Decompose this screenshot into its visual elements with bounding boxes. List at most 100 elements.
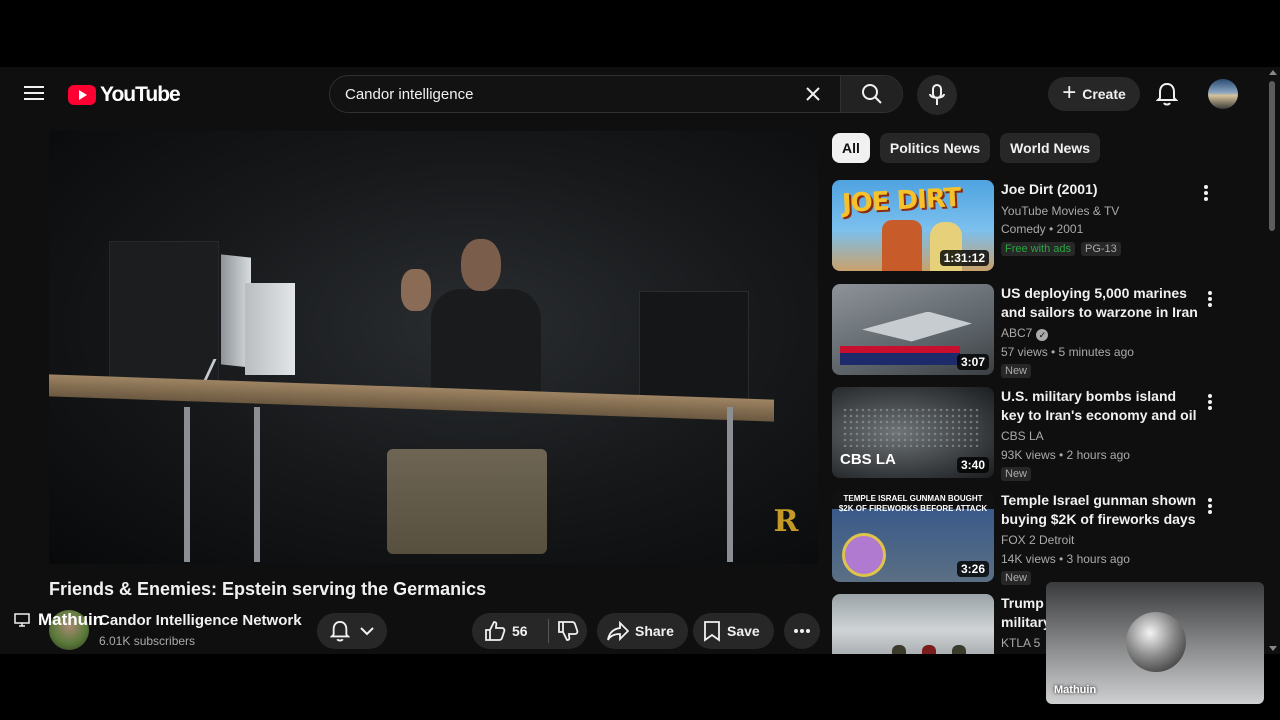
- share-button[interactable]: Share: [597, 613, 688, 649]
- bell-icon: [1156, 82, 1178, 106]
- video-thumbnail[interactable]: TEMPLE ISRAEL GUNMAN BOUGHT $2K OF FIREW…: [832, 490, 994, 582]
- more-options-button[interactable]: [1202, 495, 1218, 517]
- bookmark-icon: [704, 621, 720, 642]
- recommendation-item[interactable]: JOE DIRT 1:31:12 Joe Dirt (2001) YouTube…: [832, 180, 1232, 284]
- search-input[interactable]: [330, 76, 796, 112]
- video-title: Friends & Enemies: Epstein serving the G…: [49, 579, 487, 599]
- thumbnail-figure: [922, 645, 936, 654]
- youtube-play-icon: [68, 85, 96, 105]
- video-thumbnail[interactable]: 3:07: [832, 283, 994, 375]
- more-options-button[interactable]: [1198, 182, 1214, 204]
- notifications-button[interactable]: [1152, 79, 1182, 109]
- recommendation-channel[interactable]: YouTube Movies & TV: [1001, 202, 1119, 220]
- video-thumbnail[interactable]: JOE DIRT 1:31:12: [832, 180, 994, 271]
- create-label: Create: [1082, 86, 1126, 102]
- save-button[interactable]: Save: [693, 613, 774, 649]
- thumbnail-figure: [882, 220, 922, 271]
- recommendation-channel[interactable]: CBS LA: [1001, 427, 1044, 445]
- masthead: YouTube + Create: [0, 67, 1266, 121]
- more-options-button[interactable]: [1202, 391, 1218, 413]
- more-vertical-icon: [1208, 394, 1212, 410]
- scroll-thumb[interactable]: [1269, 81, 1275, 231]
- new-badge: New: [1001, 363, 1032, 378]
- recommendation-meta: 14K views • 3 hours ago: [1001, 551, 1130, 566]
- search-button[interactable]: [840, 76, 902, 112]
- video-owner-row: Candor Intelligence Network 6.01K subscr…: [49, 610, 820, 650]
- verified-icon: ✓: [1036, 328, 1049, 341]
- video-player[interactable]: R: [49, 131, 818, 564]
- scroll-down-icon[interactable]: [1269, 646, 1277, 651]
- overlay-user-name: Mathuin: [38, 610, 104, 629]
- channel-name[interactable]: Candor Intelligence Network: [99, 612, 302, 629]
- account-avatar[interactable]: [1208, 79, 1238, 109]
- thumbnail-news-banner: [840, 352, 960, 365]
- recommendation-meta: Comedy • 2001: [1001, 222, 1084, 236]
- plus-icon: +: [1062, 78, 1077, 106]
- recommendation-meta: 93K views • 2 hours ago: [1001, 448, 1130, 462]
- more-vertical-icon: [1208, 290, 1212, 307]
- youtube-logo[interactable]: YouTube: [68, 83, 181, 107]
- recommendation-title-line: Trump: [1001, 595, 1044, 611]
- recommendation-title[interactable]: Joe Dirt (2001): [1001, 180, 1199, 199]
- like-button[interactable]: 56: [472, 620, 548, 642]
- free-with-ads-badge: Free with ads: [1001, 242, 1076, 256]
- more-vertical-icon: [1204, 185, 1208, 201]
- thumbnail-figure: [892, 645, 906, 654]
- logo-text: YouTube: [100, 83, 181, 106]
- chip-all[interactable]: All: [832, 133, 870, 163]
- duration-badge: 3:07: [956, 353, 989, 370]
- voice-search-button[interactable]: [917, 75, 957, 115]
- webcam-overlay[interactable]: Mathuin: [1046, 582, 1264, 704]
- recommendation-title[interactable]: Temple Israel gunman shown buying $2K of…: [1001, 491, 1199, 529]
- thumbnail-graphic: [842, 532, 886, 577]
- video-thumbnail[interactable]: [832, 594, 994, 654]
- recommendation-channel[interactable]: KTLA 5: [1001, 634, 1040, 652]
- share-label: Share: [635, 623, 674, 639]
- recommendation-item[interactable]: TEMPLE ISRAEL GUNMAN BOUGHT $2K OF FIREW…: [832, 490, 1232, 595]
- chevron-down-icon: [360, 627, 374, 636]
- create-button[interactable]: + Create: [1048, 77, 1140, 111]
- recommendation-channel: ABC7: [1001, 325, 1033, 340]
- save-label: Save: [727, 623, 760, 639]
- more-actions-button[interactable]: [784, 613, 820, 649]
- menu-icon[interactable]: [22, 82, 46, 106]
- recommendation-channel-row[interactable]: ABC7 ✓: [1001, 324, 1049, 342]
- rating-badge: PG-13: [1081, 242, 1121, 256]
- more-options-button[interactable]: [1202, 288, 1218, 310]
- like-dislike-group: 56: [472, 613, 587, 649]
- subscribed-notifications-button[interactable]: [317, 613, 387, 649]
- more-vertical-icon: [1208, 497, 1212, 514]
- video-desk-leg: [254, 407, 260, 562]
- video-computer-case: [245, 283, 295, 375]
- page-scrollbar[interactable]: [1266, 67, 1280, 654]
- bell-icon: [330, 620, 350, 642]
- chip-world-news[interactable]: World News: [1000, 133, 1101, 163]
- video-person-body: [431, 289, 541, 404]
- video-person-head: [461, 239, 501, 291]
- duration-badge: 3:26: [956, 560, 989, 577]
- search-icon: [861, 84, 882, 104]
- recommendation-title[interactable]: U.S. military bombs island key to Iran's…: [1001, 387, 1199, 425]
- thumbnail-news-banner: [840, 345, 960, 353]
- thumbnail-aerial-view: [842, 407, 982, 447]
- video-person-hand: [401, 269, 431, 311]
- webcam-avatar: [1126, 612, 1186, 672]
- recommendation-item[interactable]: 3:07 US deploying 5,000 marines and sail…: [832, 283, 1232, 388]
- recommendation-meta: 57 views • 5 minutes ago: [1001, 344, 1134, 359]
- chip-politics-news[interactable]: Politics News: [879, 133, 991, 163]
- dislike-button[interactable]: [549, 620, 587, 642]
- clear-search-button[interactable]: [796, 77, 830, 111]
- duration-badge: 1:31:12: [939, 250, 989, 266]
- recommendation-channel[interactable]: FOX 2 Detroit: [1001, 531, 1074, 549]
- duration-badge: 3:40: [956, 457, 989, 473]
- new-badge: New: [1001, 467, 1032, 481]
- video-thumbnail[interactable]: CBS LA 3:40: [832, 387, 994, 478]
- close-icon: [806, 87, 820, 101]
- recommendation-title[interactable]: US deploying 5,000 marines and sailors t…: [1001, 284, 1199, 322]
- video-person-legs: [387, 449, 547, 554]
- share-icon: [607, 621, 629, 641]
- scroll-up-icon[interactable]: [1269, 70, 1277, 75]
- recommendation-item[interactable]: CBS LA 3:40 U.S. military bombs island k…: [832, 387, 1232, 491]
- youtube-window: YouTube + Create: [0, 67, 1280, 654]
- video-shelf: [109, 241, 219, 381]
